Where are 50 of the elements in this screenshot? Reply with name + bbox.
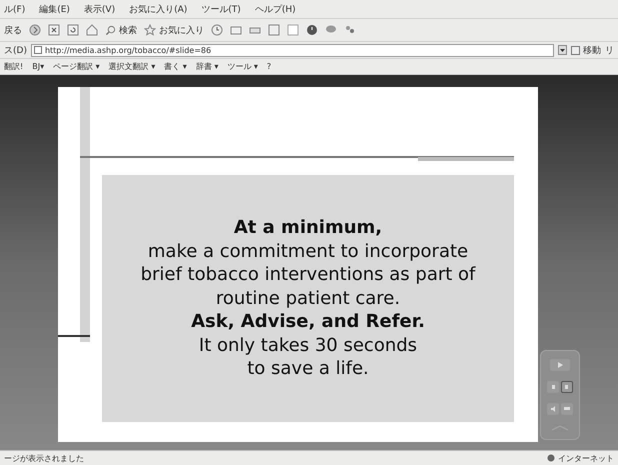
slide-text: brief tobacco interventions as part of xyxy=(140,263,476,287)
toolbar-item[interactable]: 翻訳! xyxy=(4,61,24,72)
links-label: リ xyxy=(605,44,614,56)
menu-item[interactable]: ヘルプ(H) xyxy=(254,2,296,16)
toolbar-item[interactable]: ページ翻訳 ▾ xyxy=(53,61,100,72)
refresh-icon[interactable] xyxy=(67,24,79,36)
toolbar-item[interactable]: BJ▾ xyxy=(32,62,44,71)
globe-icon xyxy=(547,454,555,462)
menu-item[interactable]: ツール(T) xyxy=(201,2,241,16)
forward-icon[interactable] xyxy=(29,24,41,36)
history-icon[interactable] xyxy=(211,24,223,36)
search-icon xyxy=(105,24,116,36)
slide-text: It only takes 30 seconds xyxy=(198,334,418,358)
slide-text: routine patient care. xyxy=(216,286,400,310)
toolbar-item[interactable]: 書く ▾ xyxy=(164,61,187,72)
home-icon[interactable] xyxy=(86,24,98,36)
slide-heading: At a minimum, xyxy=(234,216,382,240)
search-button[interactable]: 検索 xyxy=(105,24,137,36)
close-icon[interactable] xyxy=(48,24,60,36)
play-button[interactable] xyxy=(550,359,570,371)
page-icon[interactable] xyxy=(287,24,299,36)
slide-text: make a commitment to incorporate xyxy=(148,240,468,264)
menu-item[interactable]: 編集(E) xyxy=(39,2,70,16)
toolbar-item[interactable]: 辞書 ▾ xyxy=(196,61,218,72)
notes-button[interactable] xyxy=(561,403,573,415)
page-icon xyxy=(34,46,42,54)
dropdown-icon[interactable] xyxy=(558,45,567,55)
back-button[interactable]: 戻る xyxy=(4,24,22,36)
favorites-button[interactable]: お気に入り xyxy=(144,24,204,36)
go-button[interactable]: 移動 xyxy=(571,44,601,56)
zone-indicator: インターネット xyxy=(547,452,614,464)
menu-item[interactable]: 表示(V) xyxy=(84,2,116,16)
address-field[interactable]: http://media.ashp.org/tobacco/#slide=86 xyxy=(30,44,554,56)
toolbar-item[interactable]: ツール ▾ xyxy=(227,61,258,72)
previous-icon xyxy=(550,383,556,391)
address-label: ス(D) xyxy=(4,44,27,56)
audio-button[interactable] xyxy=(547,403,559,415)
toolbar-item[interactable]: 選択文翻訳 ▾ xyxy=(108,61,156,72)
menu-item[interactable]: ル(F) xyxy=(4,2,26,16)
status-message: ージが表示されました xyxy=(4,452,84,464)
next-icon xyxy=(564,383,570,391)
star-icon xyxy=(144,24,156,36)
speaker-icon xyxy=(550,405,556,413)
next-button[interactable] xyxy=(561,381,573,393)
slide-heading: Ask, Advise, and Refer. xyxy=(191,310,425,334)
menu-item[interactable]: お気に入り(A) xyxy=(129,2,188,16)
previous-button[interactable] xyxy=(547,381,559,393)
toolbar-item[interactable]: ? xyxy=(266,62,272,71)
slide-text: to save a life. xyxy=(247,357,369,381)
power-icon[interactable] xyxy=(306,24,318,36)
